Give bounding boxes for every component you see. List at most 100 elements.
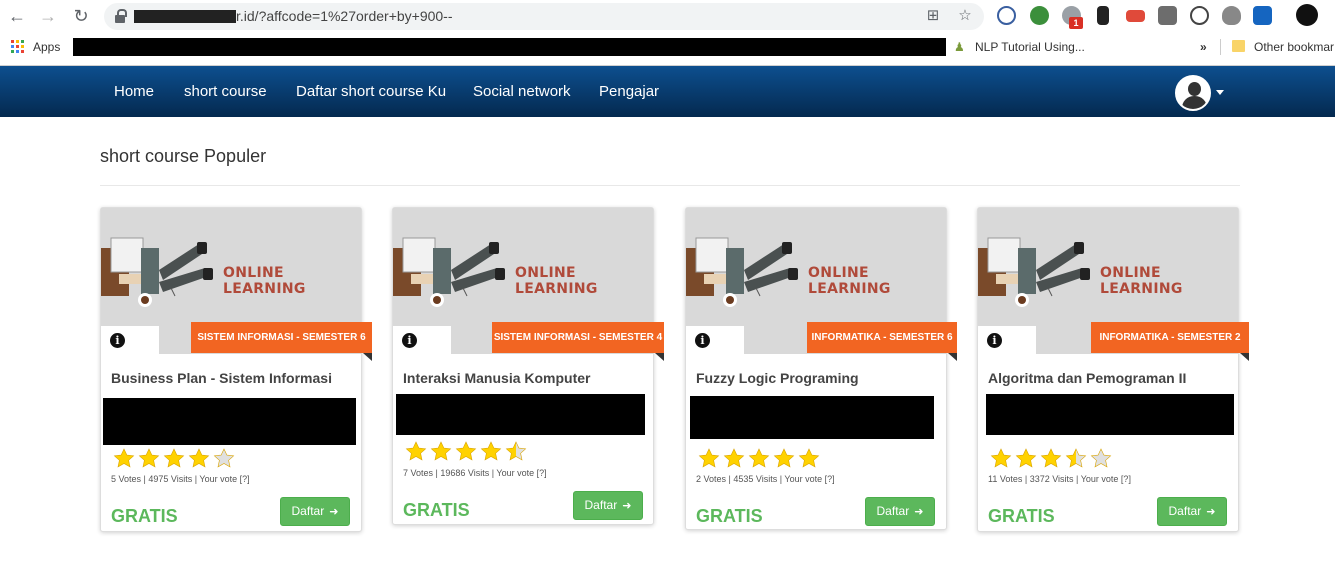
rating-stars[interactable] xyxy=(113,447,235,469)
info-tab: i xyxy=(393,326,451,354)
reload-icon[interactable]: ↻ xyxy=(70,5,92,27)
course-title[interactable]: Interaksi Manusia Komputer xyxy=(403,370,591,386)
nav-pengajar[interactable]: Pengajar xyxy=(599,83,659,100)
rating-star-icon[interactable] xyxy=(213,447,235,469)
category-ribbon: SISTEM INFORMASI - SEMESTER 6 xyxy=(191,322,372,353)
nav-home[interactable]: Home xyxy=(114,83,154,100)
daftar-button-label: Daftar xyxy=(1168,504,1202,518)
description-redacted xyxy=(396,394,645,435)
profile-avatar[interactable] xyxy=(1296,4,1318,26)
back-arrow-icon[interactable]: ← xyxy=(6,5,28,27)
apps-bookmark[interactable]: Apps xyxy=(33,40,60,54)
thumbnail-text: ONLINE LEARNING xyxy=(515,265,598,297)
address-bar[interactable]: r.id/?affcode=1%27order+by+900-- ⊞ ☆ xyxy=(104,3,984,30)
rating-star-icon[interactable] xyxy=(723,447,745,469)
ribbon-fold xyxy=(948,353,957,361)
rating-star-icon[interactable] xyxy=(990,447,1012,469)
rating-star-icon[interactable] xyxy=(1090,447,1112,469)
votes-visits-text: 7 Votes | 19686 Visits | Your vote [?] xyxy=(403,468,547,478)
store-extension-icon[interactable] xyxy=(1158,6,1177,25)
swirl-extension-icon[interactable] xyxy=(1190,6,1209,25)
head-extension-icon[interactable] xyxy=(1222,6,1241,25)
votes-visits-text: 11 Votes | 3372 Visits | Your vote [?] xyxy=(988,474,1131,484)
description-redacted xyxy=(103,398,356,445)
nlp-tutorial-bookmark[interactable]: NLP Tutorial Using... xyxy=(975,40,1085,54)
user-menu-caret-icon[interactable] xyxy=(1216,90,1224,95)
rating-star-icon[interactable] xyxy=(163,447,185,469)
li-extension-icon[interactable] xyxy=(1253,6,1272,25)
extension-badge: 1 xyxy=(1069,17,1083,29)
rating-star-icon[interactable] xyxy=(480,440,502,462)
translate-icon[interactable]: ⊞ xyxy=(924,7,942,25)
votes-visits-text: 5 Votes | 4975 Visits | Your vote [?] xyxy=(111,474,250,484)
other-bookmarks[interactable]: Other bookmar xyxy=(1254,40,1334,54)
info-icon[interactable]: i xyxy=(402,333,417,348)
rating-stars[interactable] xyxy=(405,440,527,462)
rating-star-icon[interactable] xyxy=(1065,447,1087,469)
rating-star-icon[interactable] xyxy=(798,447,820,469)
avatar-head xyxy=(1188,82,1201,96)
category-ribbon: INFORMATIKA - SEMESTER 2 xyxy=(1091,322,1249,353)
browser-toolbar: ← → ↻ r.id/?affcode=1%27order+by+900-- ⊞… xyxy=(0,0,1335,34)
bookmark-star-icon[interactable]: ☆ xyxy=(956,7,974,25)
daftar-button[interactable]: Daftar ➜ xyxy=(573,491,643,520)
price-label: GRATIS xyxy=(696,506,763,526)
course-card[interactable]: ONLINE LEARNING i INFORMATIKA - SEMESTER… xyxy=(977,207,1249,532)
course-title[interactable]: Fuzzy Logic Programing xyxy=(696,370,859,386)
rating-stars[interactable] xyxy=(698,447,820,469)
votes-visits-text: 2 Votes | 4535 Visits | Your vote [?] xyxy=(696,474,835,484)
info-icon[interactable]: i xyxy=(987,333,1002,348)
rating-star-icon[interactable] xyxy=(138,447,160,469)
bookmarks-redacted xyxy=(73,38,946,56)
bottle-extension-icon[interactable] xyxy=(1097,6,1109,25)
rating-star-icon[interactable] xyxy=(1040,447,1062,469)
daftar-button[interactable]: Daftar ➜ xyxy=(1157,497,1227,526)
rating-stars[interactable] xyxy=(990,447,1112,469)
course-card[interactable]: ONLINE LEARNING i SISTEM INFORMASI - SEM… xyxy=(392,207,664,525)
user-avatar[interactable] xyxy=(1175,75,1211,111)
info-icon[interactable]: i xyxy=(110,333,125,348)
ribbon-fold xyxy=(363,353,372,361)
forward-arrow-icon[interactable]: → xyxy=(37,5,59,27)
rating-star-icon[interactable] xyxy=(773,447,795,469)
rating-star-icon[interactable] xyxy=(748,447,770,469)
category-ribbon: INFORMATIKA - SEMESTER 6 xyxy=(807,322,957,353)
avatar-body xyxy=(1182,96,1207,109)
nav-social-network[interactable]: Social network xyxy=(473,83,571,100)
rating-star-icon[interactable] xyxy=(405,440,427,462)
description-redacted xyxy=(690,396,934,439)
sign-in-icon: ➜ xyxy=(1203,506,1216,518)
rating-star-icon[interactable] xyxy=(1015,447,1037,469)
course-title[interactable]: Business Plan - Sistem Informasi xyxy=(111,370,332,386)
course-card[interactable]: ONLINE LEARNING i SISTEM INFORMASI - SEM… xyxy=(100,207,372,532)
daftar-button[interactable]: Daftar ➜ xyxy=(865,497,935,526)
pdf-extension-icon[interactable] xyxy=(1126,10,1145,22)
apps-grid-icon[interactable] xyxy=(11,40,25,54)
bookmarks-bar: Apps ♟ NLP Tutorial Using... » Other boo… xyxy=(0,34,1335,61)
block-extension-icon[interactable] xyxy=(997,6,1016,25)
nav-daftar-short-course[interactable]: Daftar short course Ku xyxy=(296,83,446,100)
info-icon[interactable]: i xyxy=(695,333,710,348)
rating-star-icon[interactable] xyxy=(698,447,720,469)
globe-extension-icon[interactable] xyxy=(1030,6,1049,25)
rating-star-icon[interactable] xyxy=(505,440,527,462)
nav-short-course[interactable]: short course xyxy=(184,83,267,100)
course-card[interactable]: ONLINE LEARNING i INFORMATIKA - SEMESTER… xyxy=(685,207,957,530)
course-title[interactable]: Algoritma dan Pemograman II xyxy=(988,370,1186,386)
site-navbar: Home short course Daftar short course Ku… xyxy=(0,66,1335,117)
rating-star-icon[interactable] xyxy=(455,440,477,462)
more-bookmarks-chevron[interactable]: » xyxy=(1200,40,1207,54)
info-tab: i xyxy=(101,326,159,354)
category-ribbon: SISTEM INFORMASI - SEMESTER 4 xyxy=(492,322,664,353)
rating-star-icon[interactable] xyxy=(188,447,210,469)
rating-star-icon[interactable] xyxy=(430,440,452,462)
ribbon-fold xyxy=(655,353,664,361)
daftar-button[interactable]: Daftar ➜ xyxy=(280,497,350,526)
info-tab: i xyxy=(978,326,1036,354)
price-label: GRATIS xyxy=(111,506,178,526)
description-redacted xyxy=(986,394,1234,435)
thumbnail-text: ONLINE LEARNING xyxy=(223,265,306,297)
rating-star-icon[interactable] xyxy=(113,447,135,469)
thumbnail-text: ONLINE LEARNING xyxy=(1100,265,1183,297)
lock-icon xyxy=(115,9,127,23)
